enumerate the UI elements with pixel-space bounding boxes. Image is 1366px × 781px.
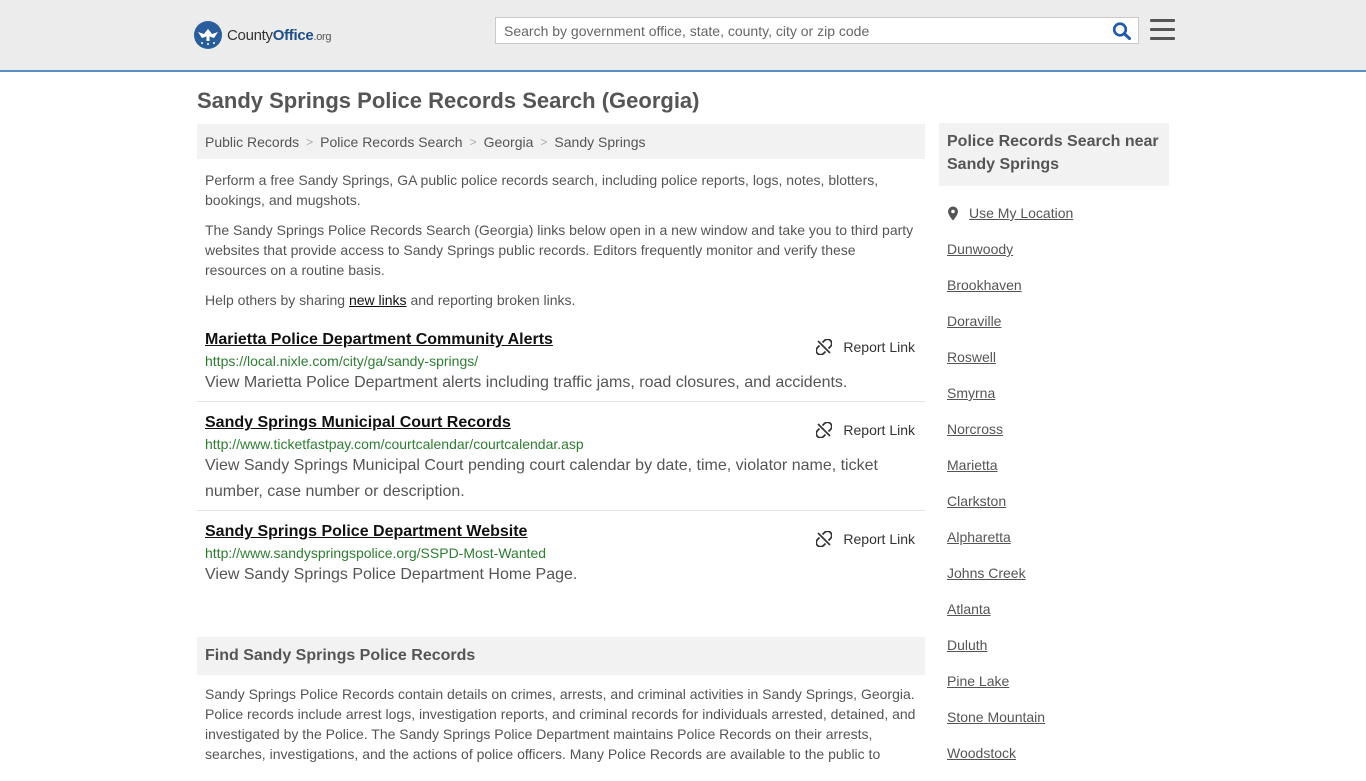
- logo-wordmark: CountyOffice.org: [227, 26, 332, 44]
- report-link-label: Report Link: [843, 531, 915, 547]
- hamburger-icon: [1150, 19, 1175, 40]
- list-item: Pine Lake: [947, 673, 1169, 709]
- breadcrumb-sandy-springs: Sandy Springs: [554, 133, 646, 150]
- nearby-city-link[interactable]: Atlanta: [947, 601, 991, 617]
- report-link-button[interactable]: Report Link: [816, 339, 915, 355]
- breadcrumb-separator-icon: >: [469, 134, 477, 149]
- nearby-city-link[interactable]: Woodstock: [947, 745, 1016, 761]
- nearby-city-link[interactable]: Johns Creek: [947, 565, 1026, 581]
- find-records-heading: Find Sandy Springs Police Records: [197, 637, 925, 675]
- site-header: CountyOffice.org: [0, 0, 1366, 72]
- list-item: Duluth: [947, 637, 1169, 673]
- logo-text-org: .org: [313, 30, 332, 43]
- nearby-city-link[interactable]: Stone Mountain: [947, 709, 1045, 725]
- resource-link-url: http://www.ticketfastpay.com/courtcalend…: [205, 436, 584, 452]
- report-link-button[interactable]: Report Link: [816, 531, 915, 547]
- resource-link-description: View Marietta Police Department alerts i…: [205, 374, 848, 391]
- broken-link-icon: [816, 422, 833, 438]
- breadcrumb-georgia[interactable]: Georgia: [484, 134, 534, 150]
- list-item: Stone Mountain: [947, 709, 1169, 745]
- list-item: Sandy Springs Municipal Court Records Re…: [197, 402, 925, 511]
- new-links-link[interactable]: new links: [349, 292, 407, 308]
- intro-paragraph-1: Perform a free Sandy Springs, GA public …: [205, 172, 879, 208]
- nearby-city-link[interactable]: Marietta: [947, 457, 998, 473]
- list-item: Norcross: [947, 421, 1169, 457]
- find-records-body: Sandy Springs Police Records contain det…: [205, 686, 916, 762]
- list-item: Doraville: [947, 313, 1169, 349]
- nearby-city-link[interactable]: Clarkston: [947, 493, 1006, 509]
- intro-paragraph-3: Help others by sharing new links and rep…: [197, 290, 925, 310]
- use-my-location-link[interactable]: Use My Location: [969, 205, 1073, 221]
- resource-link-title[interactable]: Sandy Springs Police Department Website: [205, 523, 527, 541]
- list-item: Alpharetta: [947, 529, 1169, 565]
- nearby-city-link[interactable]: Norcross: [947, 421, 1003, 437]
- sidebar: Police Records Search near Sandy Springs…: [939, 123, 1169, 781]
- list-item: Johns Creek: [947, 565, 1169, 601]
- site-logo[interactable]: CountyOffice.org: [194, 20, 332, 50]
- list-item: Dunwoody: [947, 241, 1169, 277]
- search-button[interactable]: [1112, 22, 1132, 40]
- resource-link-title[interactable]: Marietta Police Department Community Ale…: [205, 331, 553, 349]
- list-item: Sandy Springs Police Department Website …: [197, 511, 925, 593]
- logo-text-county: County: [227, 26, 273, 44]
- list-item: Woodstock: [947, 745, 1169, 781]
- logo-text-office: Office: [272, 26, 314, 44]
- resource-link-title[interactable]: Sandy Springs Municipal Court Records: [205, 414, 511, 432]
- use-location: Use My Location: [939, 205, 1169, 221]
- intro-p3-after: and reporting broken links.: [406, 292, 576, 308]
- list-item: Clarkston: [947, 493, 1169, 529]
- list-item: Atlanta: [947, 601, 1169, 637]
- main-content: Public Records > Police Records Search >…: [197, 124, 925, 764]
- resource-link-description: View Sandy Springs Police Department Hom…: [205, 566, 578, 583]
- resource-link-url: https://local.nixle.com/city/ga/sandy-sp…: [205, 353, 479, 369]
- resource-link-url: http://www.sandyspringspolice.org/SSPD-M…: [205, 545, 547, 561]
- intro-paragraph-2: The Sandy Springs Police Records Search …: [205, 222, 914, 278]
- report-link-label: Report Link: [843, 422, 915, 438]
- resource-link-description: View Sandy Springs Municipal Court pendi…: [205, 457, 878, 500]
- map-pin-icon: [948, 206, 958, 220]
- nearby-city-link[interactable]: Smyrna: [947, 385, 995, 401]
- nearby-city-link[interactable]: Dunwoody: [947, 241, 1013, 257]
- resource-links-list: Marietta Police Department Community Ale…: [197, 331, 925, 593]
- broken-link-icon: [816, 339, 833, 355]
- breadcrumb-police-records-search[interactable]: Police Records Search: [320, 134, 462, 150]
- breadcrumb: Public Records > Police Records Search >…: [197, 124, 925, 159]
- nearby-city-link[interactable]: Pine Lake: [947, 673, 1009, 689]
- nearby-city-link[interactable]: Doraville: [947, 313, 1001, 329]
- sidebar-heading: Police Records Search near Sandy Springs: [939, 123, 1169, 186]
- list-item: Marietta Police Department Community Ale…: [197, 331, 925, 402]
- eagle-seal-icon: [194, 21, 222, 49]
- nearby-city-link[interactable]: Brookhaven: [947, 277, 1022, 293]
- breadcrumb-public-records[interactable]: Public Records: [205, 134, 299, 150]
- list-item: Smyrna: [947, 385, 1169, 421]
- nearby-city-link[interactable]: Roswell: [947, 349, 996, 365]
- nearby-cities-list: Dunwoody Brookhaven Doraville Roswell Sm…: [939, 241, 1169, 781]
- report-link-button[interactable]: Report Link: [816, 422, 915, 438]
- menu-button[interactable]: [1150, 19, 1175, 41]
- page-title: Sandy Springs Police Records Search (Geo…: [197, 88, 700, 113]
- list-item: Roswell: [947, 349, 1169, 385]
- search-input[interactable]: [496, 18, 1104, 43]
- list-item: Marietta: [947, 457, 1169, 493]
- breadcrumb-separator-icon: >: [306, 134, 314, 149]
- intro-p3-before: Help others by sharing: [205, 292, 349, 308]
- broken-link-icon: [816, 531, 833, 547]
- search-bar: [495, 17, 1139, 44]
- breadcrumb-separator-icon: >: [540, 134, 548, 149]
- magnifier-icon: [1112, 22, 1131, 40]
- list-item: Brookhaven: [947, 277, 1169, 313]
- intro-text: Perform a free Sandy Springs, GA public …: [197, 170, 925, 310]
- report-link-label: Report Link: [843, 339, 915, 355]
- nearby-city-link[interactable]: Duluth: [947, 637, 987, 653]
- nearby-city-link[interactable]: Alpharetta: [947, 529, 1011, 545]
